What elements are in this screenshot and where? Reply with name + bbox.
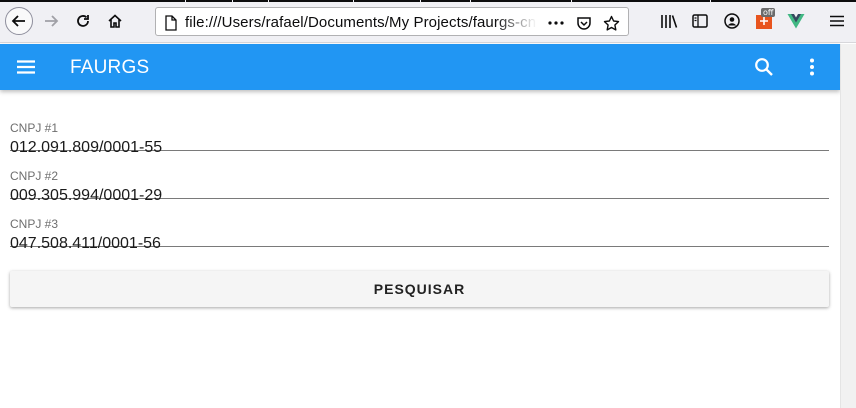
search-button[interactable]: PESQUISAR	[10, 271, 829, 307]
account-icon[interactable]	[722, 11, 742, 31]
sidebar-icon[interactable]	[690, 11, 710, 31]
more-horizontal-icon[interactable]	[547, 14, 565, 32]
field-label: CNPJ #2	[10, 169, 59, 183]
star-icon[interactable]	[602, 14, 620, 32]
page-icon	[162, 14, 180, 32]
field-label: CNPJ #3	[10, 217, 59, 231]
pocket-icon[interactable]	[575, 14, 593, 32]
field-label: CNPJ #1	[10, 121, 59, 135]
cnpj-field-3: CNPJ #3	[10, 199, 829, 255]
cnpj-field-1: CNPJ #1	[10, 103, 829, 159]
more-vertical-icon[interactable]	[800, 55, 824, 79]
url-bar[interactable]: file:///Users/rafael/Documents/My Projec…	[155, 7, 629, 36]
browser-toolbar: file:///Users/rafael/Documents/My Projec…	[0, 0, 856, 43]
url-text[interactable]: file:///Users/rafael/Documents/My Projec…	[185, 14, 537, 31]
app-bar: FAURGS	[0, 44, 840, 90]
arrow-left-icon	[11, 15, 25, 27]
hamburger-icon[interactable]	[827, 11, 847, 31]
reload-icon	[77, 15, 89, 27]
scrollbar[interactable]	[840, 44, 856, 408]
home-icon	[108, 14, 122, 28]
back-button[interactable]	[5, 7, 33, 35]
forward-button[interactable]	[37, 7, 65, 35]
vue-icon[interactable]	[786, 11, 806, 31]
menu-icon[interactable]	[14, 55, 38, 79]
reload-button[interactable]	[69, 7, 97, 35]
app-title: FAURGS	[70, 57, 150, 78]
search-icon[interactable]	[752, 55, 776, 79]
extension-badge: off	[761, 8, 776, 17]
tab-strip	[0, 0, 856, 2]
cnpj-input-3[interactable]	[10, 233, 829, 255]
library-icon[interactable]	[659, 11, 679, 31]
cnpj-field-2: CNPJ #2	[10, 151, 829, 207]
arrow-right-icon	[45, 15, 59, 27]
home-button[interactable]	[101, 7, 129, 35]
